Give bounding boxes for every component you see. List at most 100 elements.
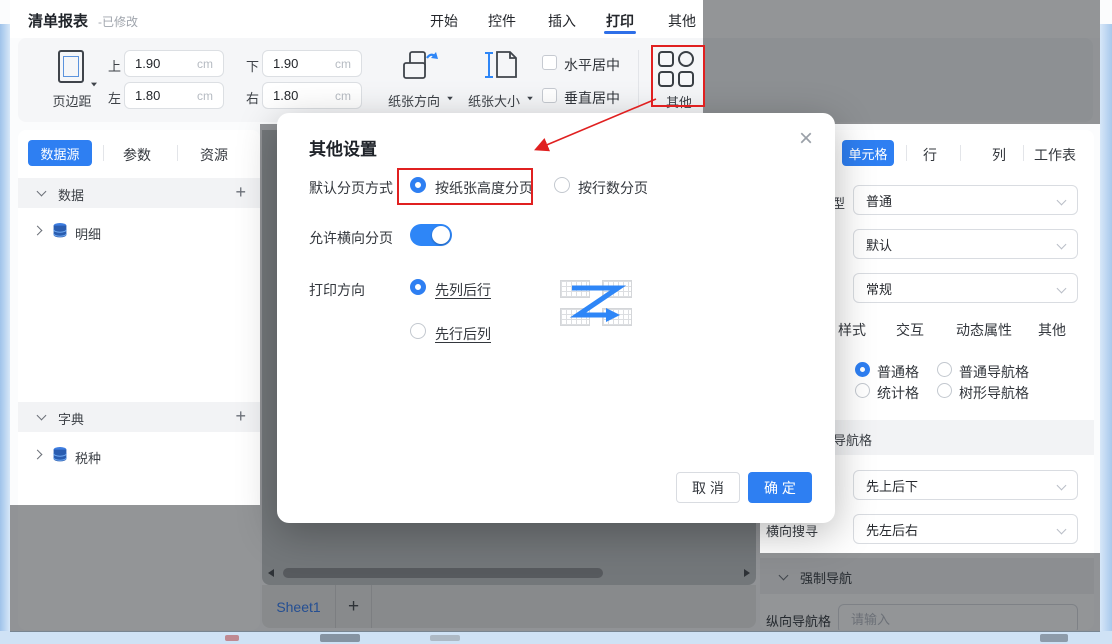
chevron-down-icon <box>1057 239 1067 249</box>
center-vertical-checkbox[interactable] <box>542 88 557 103</box>
collapse-icon[interactable] <box>37 411 47 421</box>
tab-resources[interactable]: 资源 <box>200 145 228 165</box>
paginate-by-rows-radio[interactable] <box>554 177 570 193</box>
margin-left-label: 左 <box>108 88 121 107</box>
margin-top-field[interactable]: 1.90cm <box>124 50 224 77</box>
section-data-header[interactable]: 数据 + <box>18 178 260 208</box>
style-preset-value: 默认 <box>866 235 892 254</box>
tree-item-shuizhong[interactable]: 税种 <box>18 442 260 468</box>
margin-right-field[interactable]: 1.80cm <box>262 82 362 109</box>
page-margin-icon[interactable] <box>58 50 84 83</box>
close-icon[interactable]: × <box>799 127 813 151</box>
paper-orientation-caret-icon <box>447 97 453 101</box>
center-vertical-label[interactable]: 垂直居中 <box>564 88 620 108</box>
nav-vertical-value: 先上后下 <box>866 476 918 495</box>
tab-worksheet[interactable]: 工作表 <box>1034 145 1076 165</box>
direction-label: 打印方向 <box>309 280 365 300</box>
dim-overlay <box>10 505 260 632</box>
tab-cell[interactable]: 单元格 <box>842 140 894 166</box>
expand-icon[interactable] <box>33 450 43 460</box>
paper-size-label[interactable]: 纸张大小 <box>468 91 520 110</box>
expand-icon[interactable] <box>33 226 43 236</box>
tree-item-mingxi[interactable]: 明细 <box>18 218 260 244</box>
tab-home[interactable]: 开始 <box>430 11 458 31</box>
desktop-edge-right <box>1100 24 1112 644</box>
direction-row-first-radio[interactable] <box>410 323 426 339</box>
add-dict-button[interactable]: + <box>235 406 246 427</box>
section-data-title: 数据 <box>58 185 84 204</box>
tab-datasource-label: 数据源 <box>40 144 79 163</box>
annotation-box-other-button <box>651 45 705 107</box>
subtab-interaction[interactable]: 交互 <box>896 320 924 340</box>
cell-type-value: 普通 <box>866 191 892 210</box>
paper-orientation-label[interactable]: 纸张方向 <box>388 91 440 110</box>
tree-item-label: 明细 <box>75 224 101 243</box>
right-tabs-divider <box>1023 145 1024 161</box>
direction-col-first-radio[interactable] <box>410 279 426 295</box>
desktop-edge-bottom <box>0 631 1112 644</box>
chevron-down-icon <box>1057 524 1067 534</box>
subtab-style[interactable]: 样式 <box>838 320 866 340</box>
nav-horizontal-label: 横向搜寻 <box>766 521 818 540</box>
tab-print[interactable]: 打印 <box>606 11 634 31</box>
cell-type-dropdown[interactable]: 普通 <box>853 185 1078 215</box>
paginate-by-rows-label[interactable]: 按行数分页 <box>578 178 648 198</box>
celltype-stat-label[interactable]: 统计格 <box>877 383 919 403</box>
left-tabs-divider <box>103 145 104 161</box>
tab-insert[interactable]: 插入 <box>548 11 576 31</box>
right-tabs-divider <box>906 145 907 161</box>
collapse-icon[interactable] <box>37 187 47 197</box>
chevron-down-icon <box>1057 195 1067 205</box>
tab-other[interactable]: 其他 <box>668 11 696 31</box>
direction-row-first-label[interactable]: 先行后列 <box>435 324 491 344</box>
margin-left-field[interactable]: 1.80cm <box>124 82 224 109</box>
database-icon <box>52 446 68 463</box>
direction-col-first-label[interactable]: 先列后行 <box>435 280 491 300</box>
celltype-stat-radio[interactable] <box>855 383 870 398</box>
celltype-normal-radio[interactable] <box>855 362 870 377</box>
nav-section-title: 导航格 <box>833 430 872 449</box>
tab-controls[interactable]: 控件 <box>488 11 516 31</box>
subtab-dynamic[interactable]: 动态属性 <box>956 320 1012 340</box>
paper-size-icon[interactable] <box>480 48 520 86</box>
center-horizontal-label[interactable]: 水平居中 <box>564 55 620 75</box>
celltype-normalnav-radio[interactable] <box>937 362 952 377</box>
celltype-treenav-radio[interactable] <box>937 383 952 398</box>
tab-params[interactable]: 参数 <box>123 145 151 165</box>
desktop-edge-left <box>0 24 10 644</box>
celltype-normal-label[interactable]: 普通格 <box>877 362 919 382</box>
format-dropdown[interactable]: 常规 <box>853 273 1078 303</box>
tab-datasource[interactable]: 数据源 <box>28 140 92 166</box>
subtab-other[interactable]: 其他 <box>1038 320 1066 340</box>
tab-column[interactable]: 列 <box>992 145 1006 165</box>
other-settings-modal: 其他设置 × 默认分页方式 按纸张高度分页 按行数分页 允许横向分页 打印方向 … <box>277 113 835 523</box>
style-preset-dropdown[interactable]: 默认 <box>853 229 1078 259</box>
dim-overlay <box>760 553 1100 632</box>
paper-orientation-icon[interactable] <box>400 48 440 86</box>
cancel-label: 取 消 <box>692 478 724 498</box>
page-margin-label[interactable]: 页边距 <box>48 91 96 110</box>
margin-bottom-field[interactable]: 1.90cm <box>262 50 362 77</box>
celltype-normalnav-label[interactable]: 普通导航格 <box>959 362 1029 382</box>
nav-horizontal-dropdown[interactable]: 先左后右 <box>853 514 1078 544</box>
cancel-button[interactable]: 取 消 <box>676 472 740 503</box>
right-tabs-divider <box>960 145 961 161</box>
center-horizontal-checkbox[interactable] <box>542 55 557 70</box>
add-data-button[interactable]: + <box>235 182 246 203</box>
format-value: 常规 <box>866 279 892 298</box>
page-margin-caret-icon <box>91 83 97 87</box>
nav-vertical-dropdown[interactable]: 先上后下 <box>853 470 1078 500</box>
tab-print-underline <box>604 31 636 34</box>
database-icon <box>52 222 68 239</box>
margin-right-label: 右 <box>246 88 259 107</box>
ok-button[interactable]: 确 定 <box>748 472 812 503</box>
allow-horizontal-toggle[interactable] <box>410 224 452 246</box>
allow-horizontal-label: 允许横向分页 <box>309 228 393 248</box>
toggle-knob <box>432 226 450 244</box>
tab-cell-label: 单元格 <box>848 144 887 163</box>
celltype-treenav-label[interactable]: 树形导航格 <box>959 383 1029 403</box>
z-arrow-icon <box>556 275 636 335</box>
section-dict-header[interactable]: 字典 + <box>18 402 260 432</box>
left-tabs-divider <box>177 145 178 161</box>
tab-row[interactable]: 行 <box>923 145 937 165</box>
